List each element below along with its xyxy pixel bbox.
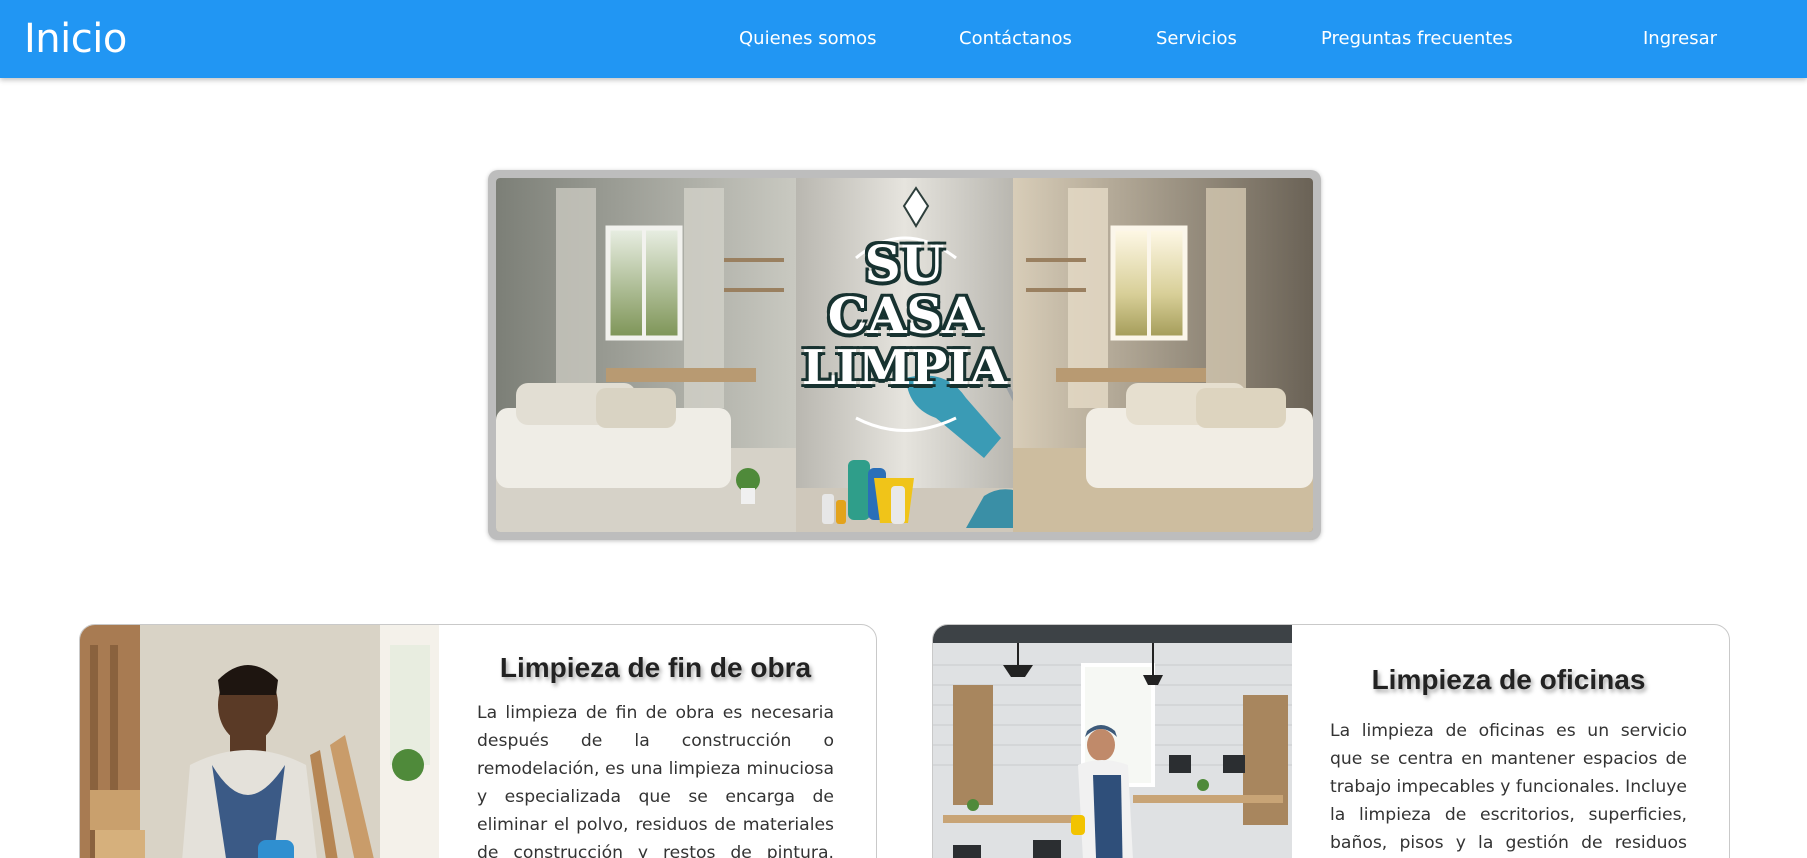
office-illustration — [933, 625, 1292, 858]
card-description: La limpieza de fin de obra es necesaria … — [477, 703, 834, 858]
card-image-worker — [80, 625, 439, 858]
service-card-oficinas[interactable]: Limpieza de oficinas La limpieza de ofic… — [932, 624, 1730, 858]
card-title: Limpieza de fin de obra — [499, 652, 812, 683]
nav-link-preguntas-frecuentes[interactable]: Preguntas frecuentes — [1321, 27, 1513, 51]
hero-banner: SU CASA LIMPIA — [488, 170, 1321, 540]
hero-image: SU CASA LIMPIA — [496, 178, 1313, 532]
hero-logo-line-2: CASA — [827, 286, 982, 345]
login-link[interactable]: Ingresar — [1643, 27, 1717, 51]
top-navbar: Inicio Quienes somos Contáctanos Servici… — [0, 0, 1807, 78]
card-body: Limpieza de fin de obra La limpieza de f… — [439, 625, 876, 858]
worker-illustration — [80, 625, 439, 858]
nav-link-servicios[interactable]: Servicios — [1156, 27, 1237, 51]
hero-logo-line-1: SU — [864, 234, 945, 293]
hero-logo-text: SU CASA LIMPIA — [796, 234, 1013, 396]
card-body: Limpieza de oficinas La limpieza de ofic… — [1292, 625, 1729, 858]
hero-logo-line-3: LIMPIA — [801, 340, 1008, 396]
card-image-office — [933, 625, 1292, 858]
brand-home-link[interactable]: Inicio — [24, 14, 127, 64]
service-card-fin-de-obra[interactable]: Limpieza de fin de obra La limpieza de f… — [79, 624, 877, 858]
card-description: La limpieza de oficinas es un servicio q… — [1330, 721, 1687, 853]
nav-link-contactanos[interactable]: Contáctanos — [959, 27, 1072, 51]
card-title: Limpieza de oficinas — [1371, 664, 1646, 695]
nav-link-quienes-somos[interactable]: Quienes somos — [739, 27, 877, 51]
